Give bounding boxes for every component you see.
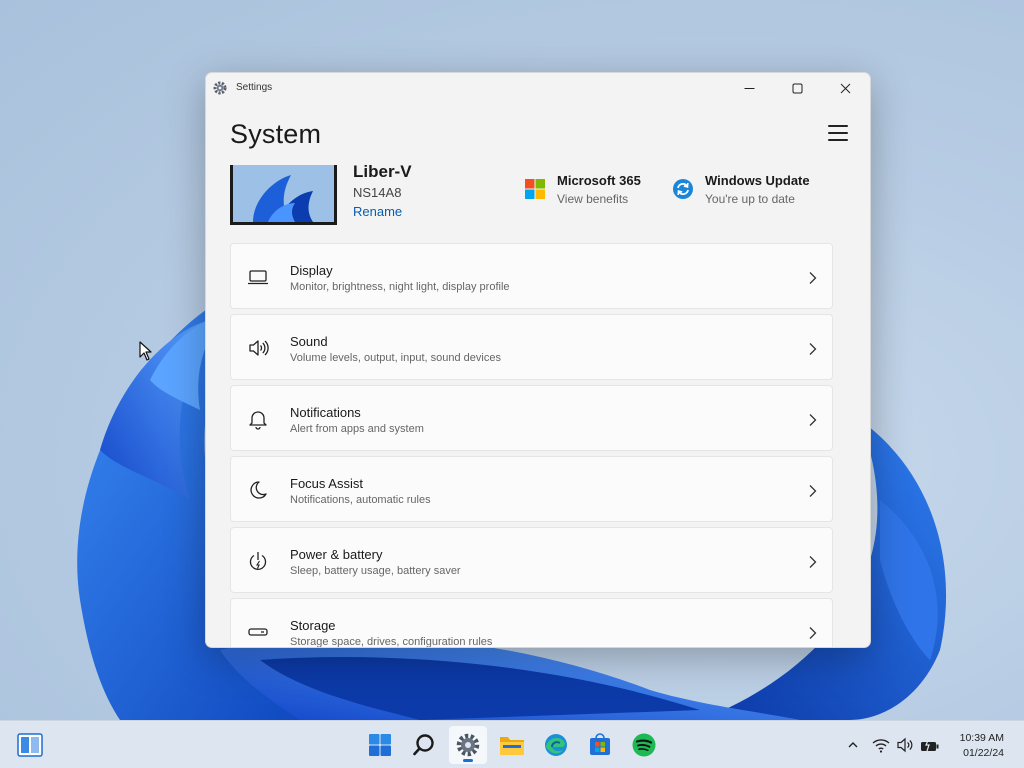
settings-list: Display Monitor, brightness, night light…	[230, 243, 833, 648]
show-hidden-icons-button[interactable]	[843, 735, 863, 755]
laptop-icon	[248, 270, 268, 285]
maximize-icon	[792, 83, 802, 93]
speaker-icon	[249, 340, 269, 356]
chevron-right-icon	[809, 556, 817, 568]
settings-item-subtitle: Notifications, automatic rules	[290, 494, 431, 506]
rename-link[interactable]: Rename	[353, 204, 402, 219]
window-title: Settings	[236, 82, 273, 93]
navigation-menu-button[interactable]	[828, 125, 848, 141]
clock-time: 10:39 AM	[959, 732, 1004, 744]
start-icon	[369, 734, 391, 756]
settings-item-storage[interactable]: Storage Storage space, drives, configura…	[230, 598, 833, 648]
wifi-icon	[872, 739, 890, 753]
hamburger-icon	[828, 125, 848, 127]
windows-update-title: Windows Update	[705, 173, 810, 188]
settings-item-title: Display	[290, 263, 333, 278]
settings-item-title: Notifications	[290, 405, 361, 420]
chevron-right-icon	[809, 485, 817, 497]
settings-item-subtitle: Monitor, brightness, night light, displa…	[290, 281, 510, 293]
chevron-right-icon	[809, 414, 817, 426]
settings-item-focus-assist[interactable]: Focus Assist Notifications, automatic ru…	[230, 456, 833, 522]
taskbar-store-button[interactable]	[581, 726, 619, 764]
taskbar-file-explorer-button[interactable]	[493, 726, 531, 764]
minimize-button[interactable]	[726, 73, 772, 103]
moon-icon	[250, 481, 267, 499]
settings-item-power-battery[interactable]: Power & battery Sleep, battery usage, ba…	[230, 527, 833, 593]
settings-item-subtitle: Storage space, drives, configuration rul…	[290, 636, 493, 648]
settings-icon	[456, 733, 480, 757]
store-icon	[590, 733, 610, 755]
minimize-icon	[744, 87, 754, 89]
taskbar-settings-button[interactable]	[449, 726, 487, 764]
settings-item-notifications[interactable]: Notifications Alert from apps and system	[230, 385, 833, 451]
close-icon	[840, 83, 850, 93]
network-button[interactable]	[871, 735, 891, 755]
volume-icon	[897, 737, 913, 753]
windows-update-link[interactable]: Windows Update You're up to date	[672, 173, 810, 206]
windows-update-subtitle: You're up to date	[705, 192, 795, 206]
settings-item-display[interactable]: Display Monitor, brightness, night light…	[230, 243, 833, 309]
mouse-cursor-icon	[139, 341, 152, 361]
widgets-button[interactable]	[11, 726, 49, 764]
chevron-up-icon	[848, 742, 858, 748]
battery-charging-icon	[921, 737, 939, 752]
settings-item-subtitle: Volume levels, output, input, sound devi…	[290, 352, 501, 364]
wallpaper-thumbnail-icon	[233, 165, 334, 222]
widgets-icon	[17, 733, 43, 757]
clock-date: 01/22/24	[963, 747, 1004, 759]
edge-icon	[545, 734, 567, 756]
active-app-indicator	[463, 759, 473, 762]
search-icon	[413, 734, 434, 756]
chevron-right-icon	[809, 343, 817, 355]
close-button[interactable]	[822, 73, 868, 103]
microsoft-365-link[interactable]: Microsoft 365 View benefits	[524, 173, 641, 206]
settings-item-subtitle: Sleep, battery usage, battery saver	[290, 565, 461, 577]
taskbar-edge-button[interactable]	[537, 726, 575, 764]
taskbar-search-button[interactable]	[405, 726, 443, 764]
taskbar-clock[interactable]: 10:39 AM 01/22/24	[960, 731, 1004, 761]
settings-item-title: Power & battery	[290, 547, 383, 562]
chevron-right-icon	[809, 627, 817, 639]
taskbar-start-button[interactable]	[361, 726, 399, 764]
settings-gear-icon	[213, 81, 227, 95]
microsoft-logo-icon	[525, 179, 545, 199]
maximize-button[interactable]	[774, 73, 820, 103]
page-title: System	[230, 119, 322, 149]
settings-window: Settings System Liber-V NS14A8 Rename Mi…	[205, 72, 871, 648]
device-thumbnail	[230, 165, 337, 225]
taskbar-spotify-button[interactable]	[625, 726, 663, 764]
volume-button[interactable]	[896, 735, 916, 755]
spotify-icon	[632, 733, 656, 757]
taskbar: 10:39 AM 01/22/24	[0, 720, 1024, 768]
settings-item-sound[interactable]: Sound Volume levels, output, input, soun…	[230, 314, 833, 380]
sync-icon	[673, 179, 693, 199]
bell-icon	[249, 411, 267, 430]
file-explorer-icon	[500, 737, 524, 755]
battery-button[interactable]	[920, 735, 940, 755]
settings-item-subtitle: Alert from apps and system	[290, 423, 424, 435]
power-icon	[249, 552, 267, 570]
microsoft-365-title: Microsoft 365	[557, 173, 641, 188]
chevron-right-icon	[809, 272, 817, 284]
title-bar[interactable]: Settings	[206, 73, 870, 103]
microsoft-365-subtitle: View benefits	[557, 192, 629, 206]
settings-item-title: Focus Assist	[290, 476, 363, 491]
settings-item-title: Storage	[290, 618, 336, 633]
device-name: Liber-V	[353, 162, 412, 181]
device-model: NS14A8	[353, 185, 402, 200]
drive-icon	[248, 628, 268, 636]
settings-item-title: Sound	[290, 334, 328, 349]
